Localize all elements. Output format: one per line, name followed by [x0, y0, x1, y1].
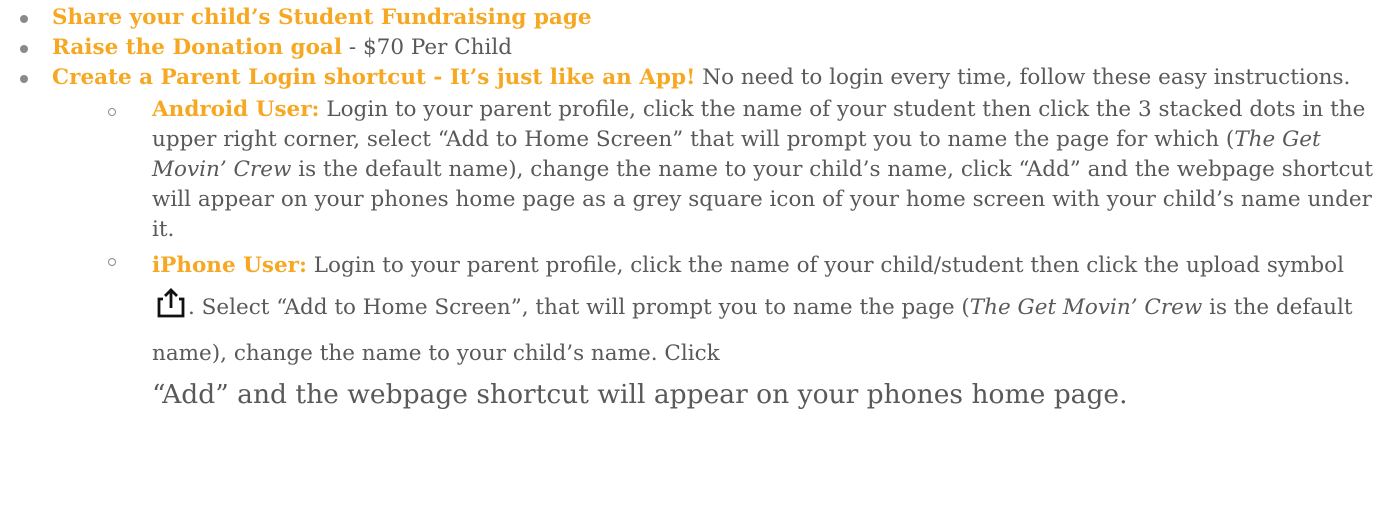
donation-goal-text: $70 Per Child: [362, 35, 512, 60]
bullet-dot: [20, 75, 28, 83]
android-label: Android User:: [152, 97, 320, 122]
share-upload-icon: [156, 288, 186, 333]
sub-bullet-circle: [108, 258, 116, 266]
iphone-final-line: “Add” and the webpage shortcut will appe…: [152, 379, 1128, 410]
sub-list: Android User: Login to your parent profi…: [0, 95, 1400, 415]
document-body: Share your child’s Student Fundraising p…: [0, 0, 1400, 415]
parent-login-text: No need to login every time, follow thes…: [695, 65, 1351, 90]
sub-item-android: Android User: Login to your parent profi…: [0, 95, 1400, 245]
app-highlight: It’s just like an App!: [449, 65, 696, 90]
list-item-parent-login: Create a Parent Login shortcut - It’s ju…: [0, 63, 1400, 93]
bullet-dot: [20, 45, 28, 53]
bullet-dot: [20, 15, 28, 23]
android-text-2: is the default name), change the name to…: [152, 157, 1373, 242]
parent-login-title: Create a Parent Login shortcut: [52, 65, 426, 90]
iphone-label: iPhone User:: [152, 253, 307, 278]
separator: -: [425, 65, 450, 90]
bullet-list: Share your child’s Student Fundraising p…: [0, 3, 1400, 93]
separator: -: [342, 35, 363, 60]
iphone-text-1: Login to your parent profile, click the …: [306, 253, 1344, 278]
list-item-share: Share your child’s Student Fundraising p…: [0, 3, 1400, 33]
sub-item-iphone: iPhone User: Login to your parent profil…: [0, 245, 1400, 415]
android-text-1: Login to your parent profile, click the …: [152, 97, 1366, 152]
share-page-title: Share your child’s Student Fundraising p…: [52, 5, 592, 30]
iphone-italic: The Get Movin’ Crew: [969, 295, 1203, 320]
sub-bullet-circle: [108, 108, 116, 116]
donation-goal-title: Raise the Donation goal: [52, 35, 343, 60]
list-item-donation-goal: Raise the Donation goal - $70 Per Child: [0, 33, 1400, 63]
iphone-text-2: . Select “Add to Home Screen”, that will…: [188, 295, 970, 320]
